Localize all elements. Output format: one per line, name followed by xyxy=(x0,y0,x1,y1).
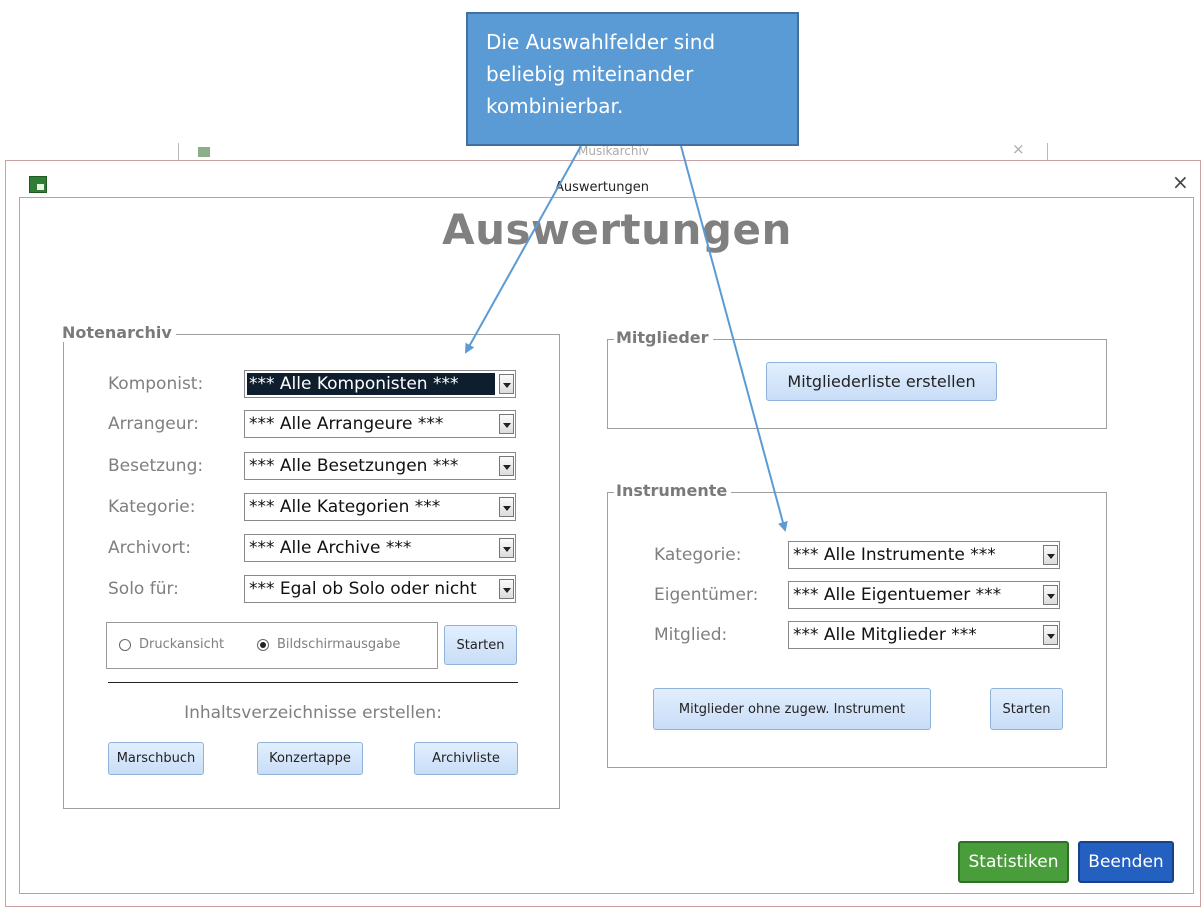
chevron-down-icon[interactable] xyxy=(499,497,514,517)
archivort-label: Archivort: xyxy=(108,538,191,558)
konzertappe-button[interactable]: Konzertappe xyxy=(257,742,363,775)
instrumente-start-button[interactable]: Starten xyxy=(990,688,1063,730)
besetzung-value: *** Alle Besetzungen *** xyxy=(249,456,459,476)
komponist-label: Komponist: xyxy=(108,374,204,394)
mitglieder-group-label: Mitglieder xyxy=(614,328,713,347)
instrumente-group-label: Instrumente xyxy=(614,481,732,500)
chevron-down-icon[interactable] xyxy=(1043,545,1058,565)
radio-bildschirmausgabe[interactable]: Bildschirmausgabe xyxy=(257,637,400,652)
arrangeur-label: Arrangeur: xyxy=(108,414,199,434)
kategorie-combo[interactable]: *** Alle Kategorien *** xyxy=(244,493,516,521)
archivort-value: *** Alle Archive *** xyxy=(249,538,412,558)
notenarchiv-group: Notenarchiv xyxy=(60,323,560,809)
archivort-combo[interactable]: *** Alle Archive *** xyxy=(244,534,516,562)
statistiken-button[interactable]: Statistiken xyxy=(958,841,1069,883)
background-close-icon: × xyxy=(1012,140,1025,158)
chevron-down-icon[interactable] xyxy=(1043,585,1058,605)
notenarchiv-start-button[interactable]: Starten xyxy=(444,625,517,665)
background-app-icon xyxy=(198,147,210,157)
arrangeur-combo[interactable]: *** Alle Arrangeure *** xyxy=(244,410,516,438)
solo-value: *** Egal ob Solo oder nicht xyxy=(249,579,477,599)
chevron-down-icon[interactable] xyxy=(499,414,514,434)
radio-druckansicht-label: Druckansicht xyxy=(139,637,225,652)
archivliste-button[interactable]: Archivliste xyxy=(414,742,518,775)
background-window-title: Musikarchiv xyxy=(578,144,649,158)
eigentuemer-label: Eigentümer: xyxy=(654,585,759,605)
komponist-combo[interactable]: *** Alle Komponisten *** xyxy=(244,370,516,398)
solo-combo[interactable]: *** Egal ob Solo oder nicht xyxy=(244,575,516,603)
close-icon[interactable]: × xyxy=(1172,172,1189,192)
mitglied-value: *** Alle Mitglieder *** xyxy=(793,625,977,645)
beenden-button[interactable]: Beenden xyxy=(1078,841,1174,883)
radio-druckansicht[interactable]: Druckansicht xyxy=(119,637,224,652)
callout-line-3: kombinierbar. xyxy=(486,94,624,118)
toc-label: Inhaltsverzeichnisse erstellen: xyxy=(184,703,442,723)
solo-label: Solo für: xyxy=(108,579,179,599)
callout-line-1: Die Auswahlfelder sind xyxy=(486,30,716,54)
divider xyxy=(108,682,518,683)
radio-bildschirmausgabe-label: Bildschirmausgabe xyxy=(277,637,401,652)
callout-note: Die Auswahlfelder sind beliebig miteinan… xyxy=(466,12,799,146)
chevron-down-icon[interactable] xyxy=(499,579,514,599)
chevron-down-icon[interactable] xyxy=(499,456,514,476)
ohne-instrument-button[interactable]: Mitglieder ohne zugew. Instrument xyxy=(653,688,931,730)
kategorie-label: Kategorie: xyxy=(108,497,196,517)
besetzung-combo[interactable]: *** Alle Besetzungen *** xyxy=(244,452,516,480)
arrangeur-value: *** Alle Arrangeure *** xyxy=(249,414,444,434)
chevron-down-icon[interactable] xyxy=(499,538,514,558)
dialog-title: Auswertungen xyxy=(555,180,649,195)
chevron-down-icon[interactable] xyxy=(1043,625,1058,645)
mitgliederliste-button[interactable]: Mitgliederliste erstellen xyxy=(766,362,997,401)
eigentuemer-value: *** Alle Eigentuemer *** xyxy=(793,585,1002,605)
eigentuemer-combo[interactable]: *** Alle Eigentuemer *** xyxy=(788,581,1060,609)
kategorie-value: *** Alle Kategorien *** xyxy=(249,497,441,517)
mitglied-combo[interactable]: *** Alle Mitglieder *** xyxy=(788,621,1060,649)
chevron-down-icon[interactable] xyxy=(499,374,514,394)
mitglied-label: Mitglied: xyxy=(654,625,728,645)
inst-kategorie-value: *** Alle Instrumente *** xyxy=(793,545,996,565)
callout-line-2: beliebig miteinander xyxy=(486,62,694,86)
inst-kategorie-label: Kategorie: xyxy=(654,545,742,565)
besetzung-label: Besetzung: xyxy=(108,456,204,476)
radio-circle-icon xyxy=(119,638,131,651)
komponist-value: *** Alle Komponisten *** xyxy=(247,373,495,395)
output-option-group: Druckansicht Bildschirmausgabe xyxy=(106,622,438,669)
inst-kategorie-combo[interactable]: *** Alle Instrumente *** xyxy=(788,541,1060,569)
page-title: Auswertungen xyxy=(442,205,792,254)
notenarchiv-group-label: Notenarchiv xyxy=(60,323,176,342)
radio-selected-icon xyxy=(257,638,269,651)
marschbuch-button[interactable]: Marschbuch xyxy=(108,742,204,775)
